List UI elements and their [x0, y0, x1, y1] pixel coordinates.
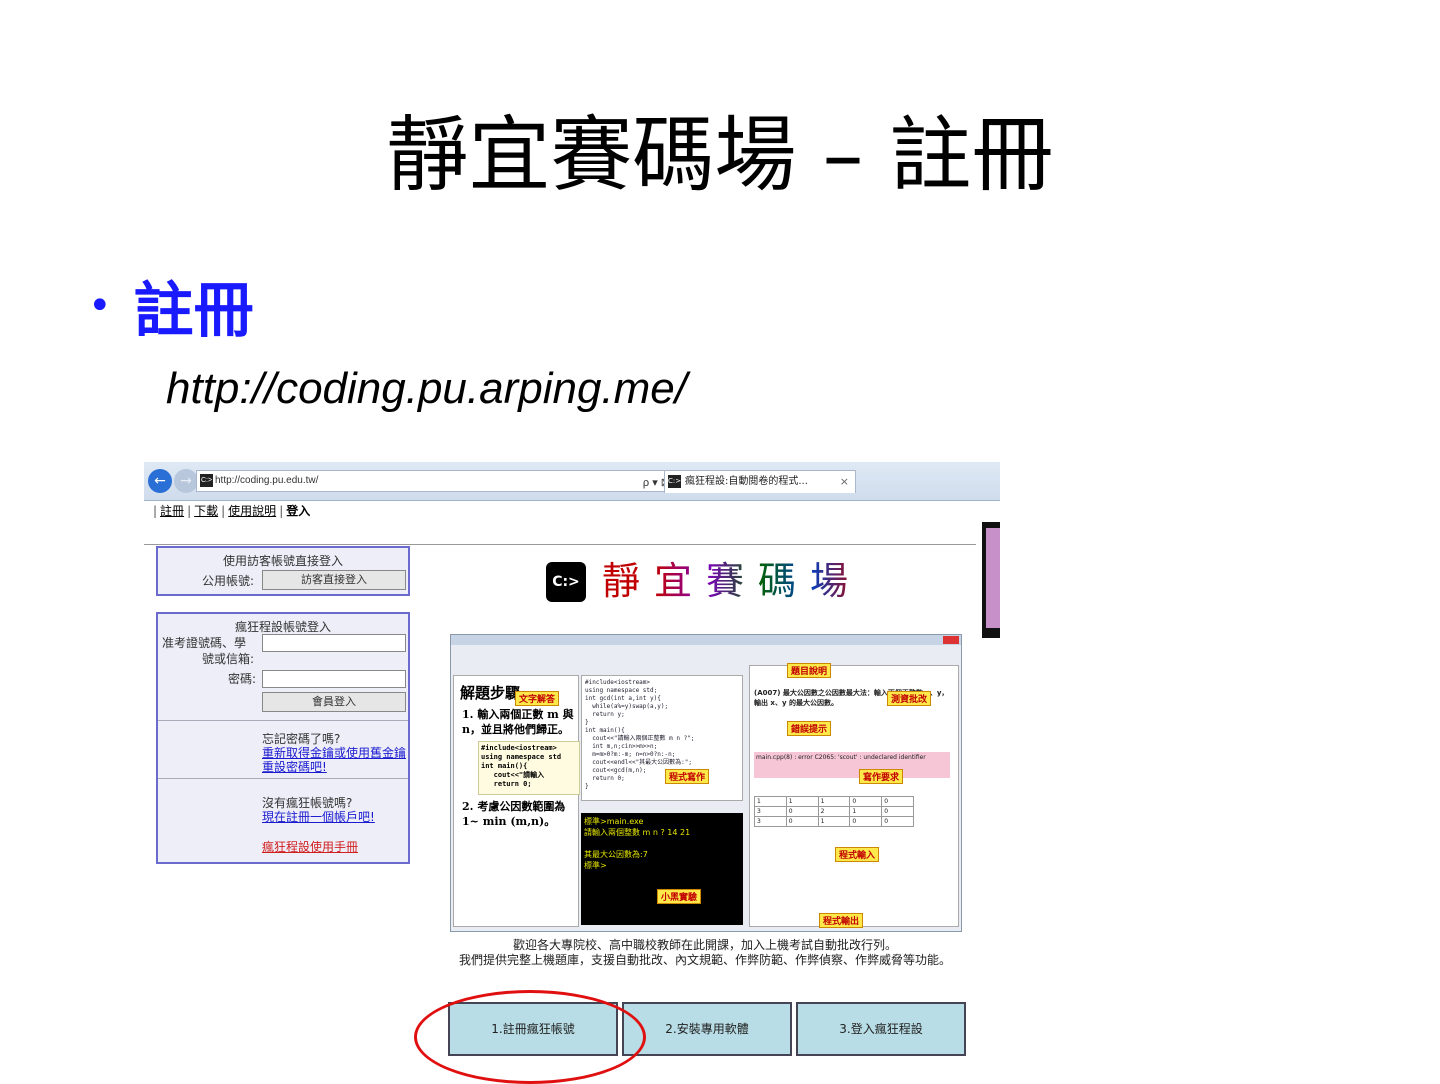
guest-panel-title: 使用訪客帳號直接登入 [222, 554, 343, 568]
tag-grade: 測資批改 [887, 691, 932, 706]
explain-step-2: 2. 考慮公因數範圍為 1~ min (m,n)。 [462, 800, 566, 828]
id-label: 准考證號碼、學 [162, 636, 247, 650]
guest-login-panel: 使用訪客帳號直接登入 公用帳號: 訪客直接登入 [156, 546, 410, 596]
menu-download[interactable]: 下載 [194, 504, 218, 518]
tag-write: 程式寫作 [665, 769, 710, 784]
reset-password-link[interactable]: 重設密碼吧! [262, 758, 327, 775]
site-logo-icon: C:> [200, 474, 213, 487]
forward-arrow-icon[interactable]: → [174, 469, 198, 493]
guest-account-label: 公用帳號: [202, 574, 255, 588]
site-logo-icon: C:> [546, 562, 586, 602]
register-link[interactable]: 現在註冊一個帳戶吧! [262, 808, 375, 825]
site-url[interactable]: http://coding.pu.arping.me/ [166, 364, 687, 414]
explain-code: #include<iostream> using namespace std i… [478, 741, 580, 795]
side-frame [982, 522, 1000, 638]
site-name: 靜宜賽碼場 [602, 550, 862, 605]
address-text: http://coding.pu.edu.tw/ [215, 475, 319, 486]
browser-toolbar: ← → C:> http://coding.pu.edu.tw/ ρ ▾ ⊠ C… [144, 462, 1000, 501]
user-manual-link[interactable]: 瘋狂程設使用手冊 [262, 838, 358, 855]
panel-divider [158, 720, 408, 721]
welcome-line-1: 歡迎各大專院校、高中職校教師在此開課，加入上機考試自動批改行列。 [512, 938, 897, 952]
browser-tab[interactable]: C:> 瘋狂程設:自動閱卷的程式... × [664, 470, 856, 493]
id-input[interactable] [262, 634, 406, 652]
login-site-button[interactable]: 3.登入瘋狂程設 [796, 1002, 966, 1056]
tag-console: 小黑實驗 [657, 889, 702, 904]
slide-title: 靜宜賽碼場 – 註冊 [386, 108, 1054, 203]
console-output: 標準>main.exe 請輸入兩個整數 m n ? 14 21 其最大公因數為:… [581, 813, 743, 925]
guest-login-button[interactable]: 訪客直接登入 [262, 570, 406, 590]
tag-input: 程式輸入 [835, 847, 880, 862]
error-box: main.cpp(8) : error C2065: 'scout' : und… [754, 752, 950, 778]
tag-explain: 文字解答 [515, 691, 560, 706]
bullet-item: • 註冊 [88, 262, 254, 349]
site-menu: | 註冊 | 下載 | 使用說明 | 登入 [153, 504, 311, 518]
ide-titlebar [451, 635, 961, 645]
code-editor: #include<iostream> using namespace std; … [581, 675, 743, 801]
ide-screenshot: 解題步驟 1. 輸入兩個正數 m 與 n，並且將他們歸正。 #include<i… [450, 634, 962, 932]
ide-explanation-pane: 解題步驟 1. 輸入兩個正數 m 與 n，並且將他們歸正。 #include<i… [453, 675, 580, 927]
back-arrow-icon[interactable]: ← [148, 469, 172, 493]
browser-screenshot: ← → C:> http://coding.pu.edu.tw/ ρ ▾ ⊠ C… [144, 462, 1000, 1062]
welcome-line-2: 我們提供完整上機題庫，支援自動批改、內文規範、作弊防範、作弊偵察、作弊威脅等功能… [458, 953, 951, 967]
bullet-text: 註冊 [133, 276, 254, 346]
close-icon[interactable]: × [840, 471, 849, 493]
divider [144, 544, 976, 545]
tag-error: 錯誤提示 [787, 721, 832, 736]
highlight-circle [414, 990, 646, 1084]
ide-menubar [451, 645, 961, 654]
menu-manual[interactable]: 使用說明 [228, 504, 276, 518]
site-name-text: 靜宜賽碼場 [602, 559, 863, 603]
tag-problem: 題目說明 [787, 663, 832, 678]
member-login-panel: 瘋狂程設帳號登入 准考證號碼、學 號或信箱: 密碼: 會員登入 忘記密碼了嗎? … [156, 612, 410, 864]
password-input[interactable] [262, 670, 406, 688]
panel-divider [158, 778, 408, 779]
tab-label: 瘋狂程設:自動閱卷的程式... [685, 476, 808, 487]
welcome-text: 歡迎各大專院校、高中職校教師在此開課，加入上機考試自動批改行列。 我們提供完整上… [440, 938, 970, 968]
member-login-button[interactable]: 會員登入 [262, 692, 406, 712]
login-panel-title: 瘋狂程設帳號登入 [234, 620, 331, 634]
install-software-button[interactable]: 2.安裝專用軟體 [622, 1002, 792, 1056]
tab-favicon-icon: C:> [668, 475, 681, 488]
bullet-dot-icon: • [88, 282, 112, 329]
menu-register[interactable]: 註冊 [160, 504, 184, 518]
explain-step-1: 1. 輸入兩個正數 m 與 n，並且將他們歸正。 [462, 708, 574, 736]
close-icon [943, 636, 959, 644]
tag-requirement: 寫作要求 [859, 769, 904, 784]
password-label: 密碼: [228, 672, 257, 686]
tag-output: 程式輸出 [819, 913, 864, 928]
address-bar[interactable]: C:> http://coding.pu.edu.tw/ ρ ▾ ⊠ C [196, 470, 686, 492]
test-table: 11100 30210 30100 [754, 796, 914, 827]
id-label-2: 號或信箱: [202, 652, 255, 666]
menu-login[interactable]: 登入 [286, 504, 310, 518]
